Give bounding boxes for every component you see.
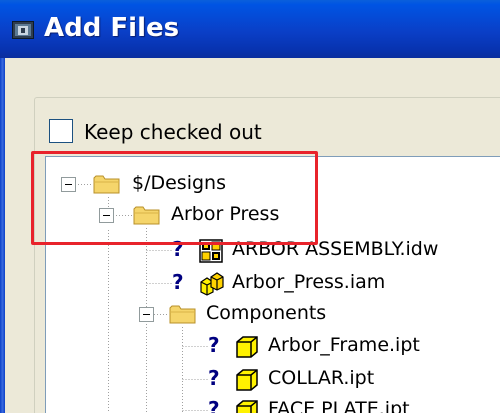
part-icon — [236, 336, 258, 358]
unknown-status-icon: ? — [208, 397, 220, 413]
assembly-icon — [200, 272, 224, 296]
part-icon — [236, 400, 258, 413]
collapse-toggle[interactable] — [139, 307, 154, 322]
tree-node-label: COLLAR.ipt — [268, 367, 375, 389]
keep-checked-out-checkbox[interactable] — [49, 119, 73, 143]
part-icon — [236, 369, 258, 391]
unknown-status-icon: ? — [172, 270, 184, 294]
title-bar[interactable]: Add Files — [0, 0, 500, 58]
tree-node-components[interactable]: Components — [139, 300, 389, 328]
vault-app-icon — [12, 21, 34, 39]
highlight-annotation-box — [31, 151, 318, 245]
folder-icon — [169, 305, 196, 324]
tree-node-file[interactable]: ? COLLAR.ipt — [208, 365, 498, 393]
window-title: Add Files — [44, 13, 180, 43]
tree-node-label: Arbor_Press.iam — [232, 271, 386, 293]
tree-node-file[interactable]: ? Arbor_Frame.ipt — [208, 332, 498, 360]
unknown-status-icon: ? — [208, 366, 220, 390]
tree-node-label: Arbor_Frame.ipt — [268, 334, 420, 356]
tree-node-file[interactable]: ? FACE PLATE.ipt — [208, 396, 498, 413]
tree-node-label: Components — [206, 302, 327, 324]
unknown-status-icon: ? — [208, 333, 220, 357]
tree-node-file[interactable]: ? Arbor_Press.iam — [172, 269, 472, 297]
keep-checked-out-label[interactable]: Keep checked out — [84, 120, 262, 144]
tree-node-label: FACE PLATE.ipt — [268, 398, 410, 413]
